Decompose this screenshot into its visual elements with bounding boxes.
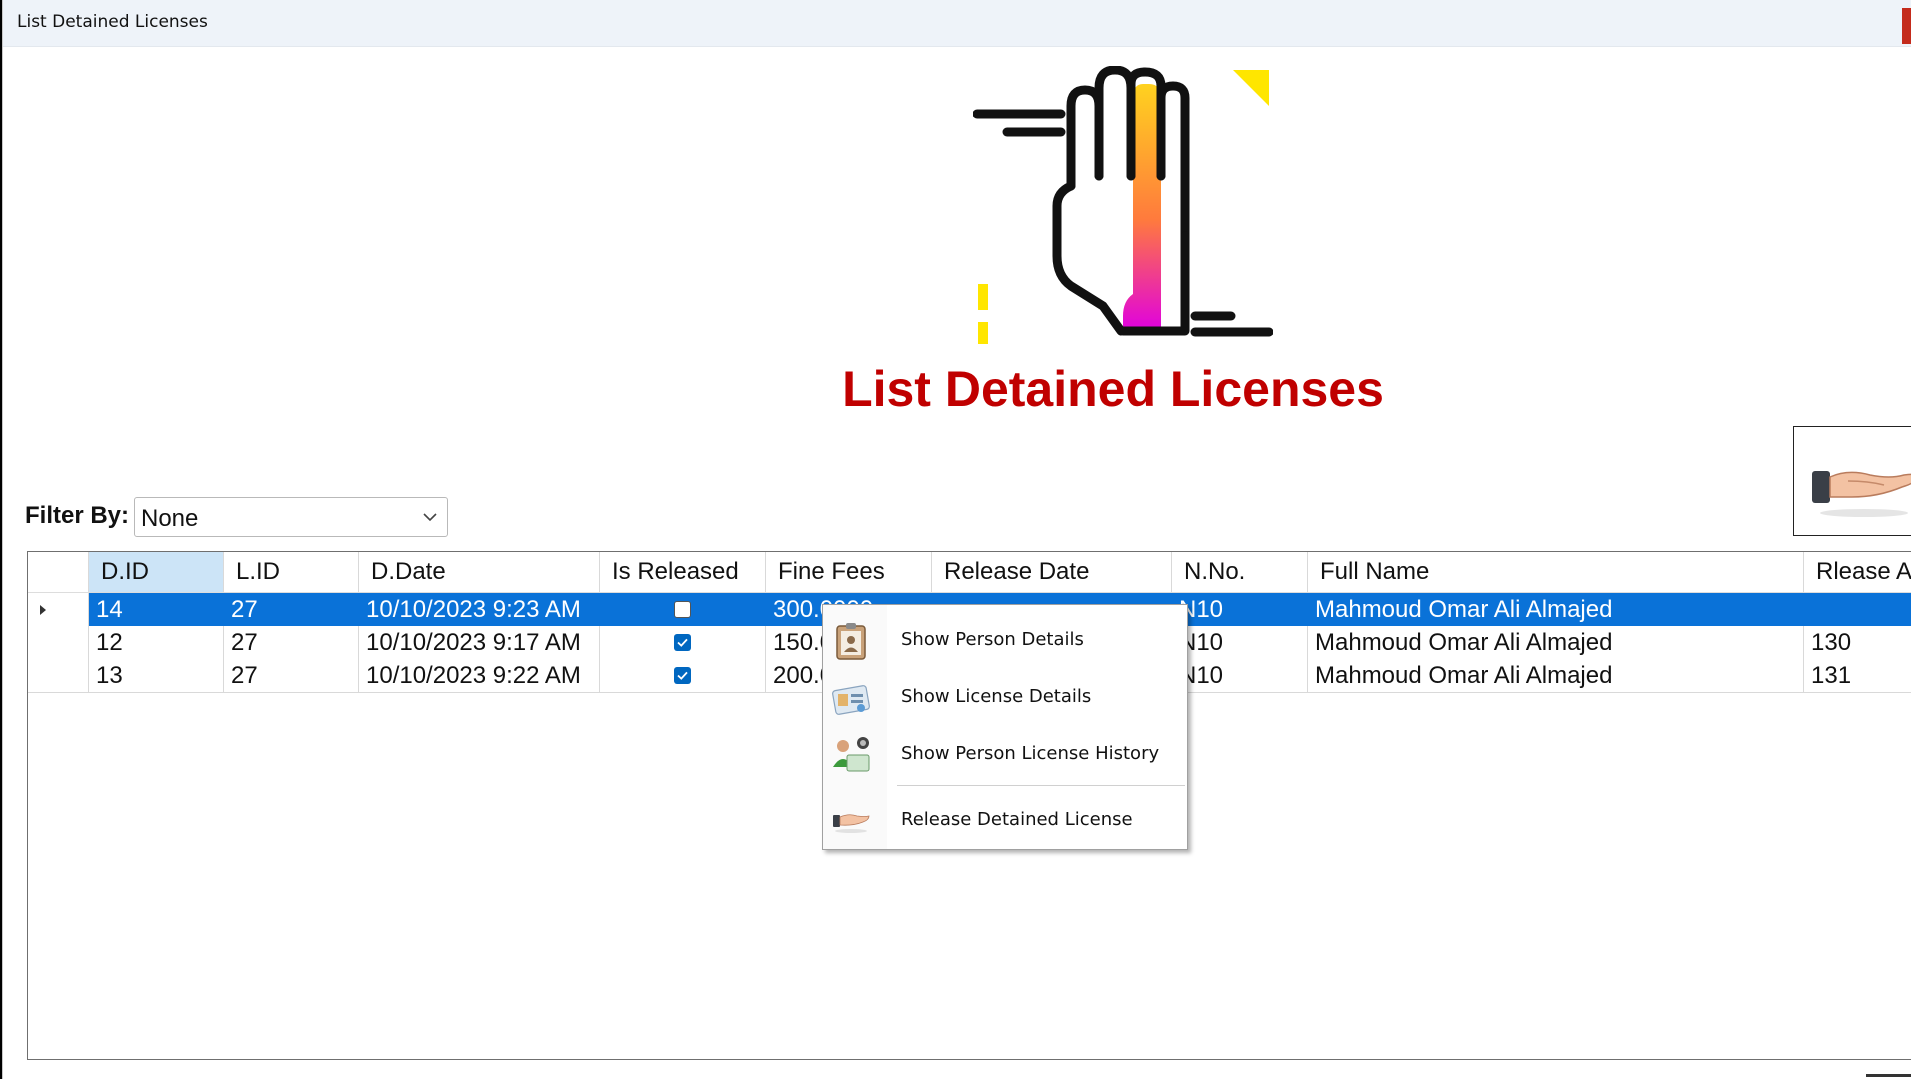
row-header-corner	[28, 552, 89, 592]
cell-full-name[interactable]: Mahmoud Omar Ali Almajed	[1308, 659, 1804, 692]
person-card-icon	[836, 623, 866, 660]
filter-selected-value: None	[141, 505, 199, 532]
release-hand-icon	[833, 814, 870, 833]
cell-nno[interactable]: N10	[1172, 659, 1308, 692]
cell-is-released[interactable]	[600, 659, 766, 692]
resize-grip[interactable]	[1866, 1074, 1911, 1077]
stop-hand-icon	[973, 66, 1273, 344]
check-icon	[677, 638, 688, 647]
current-row-arrow-icon	[40, 605, 46, 615]
cell-release-app[interactable]: 131	[1804, 659, 1911, 692]
column-header-lid[interactable]: L.ID	[224, 552, 359, 592]
column-header-ddate[interactable]: D.Date	[359, 552, 600, 592]
cell-is-released[interactable]	[600, 593, 766, 626]
cell-full-name[interactable]: Mahmoud Omar Ali Almajed	[1308, 626, 1804, 659]
cell-nno[interactable]: N10	[1172, 593, 1308, 626]
release-hand-icon	[1812, 471, 1911, 517]
cell-ddate[interactable]: 10/10/2023 9:23 AM	[359, 593, 600, 626]
cell-release-app[interactable]: 130	[1804, 626, 1911, 659]
cell-full-name[interactable]: Mahmoud Omar Ali Almajed	[1308, 593, 1804, 626]
row-header[interactable]	[28, 626, 89, 659]
main-window: List Detained Licenses List Detained Lic…	[2, 0, 1911, 1079]
released-checkbox[interactable]	[674, 601, 691, 618]
menu-item-show-license-details[interactable]: Show License Details	[823, 670, 1187, 722]
table-header: D.ID L.ID D.Date Is Released Fine Fees R…	[28, 552, 1911, 593]
window-title: List Detained Licenses	[17, 12, 208, 32]
column-header-nno[interactable]: N.No.	[1172, 552, 1308, 592]
license-card-icon	[832, 685, 870, 715]
cell-is-released[interactable]	[600, 626, 766, 659]
cell-ddate[interactable]: 10/10/2023 9:17 AM	[359, 626, 600, 659]
row-header[interactable]	[28, 593, 89, 626]
release-license-button[interactable]	[1793, 426, 1911, 536]
cell-lid[interactable]: 27	[224, 659, 359, 692]
row-header[interactable]	[28, 659, 89, 692]
menu-item-label: Show Person Details	[901, 629, 1084, 650]
column-header-release-date[interactable]: Release Date	[932, 552, 1172, 592]
cell-nno[interactable]: N10	[1172, 626, 1308, 659]
cell-ddate[interactable]: 10/10/2023 9:22 AM	[359, 659, 600, 692]
column-header-full-name[interactable]: Full Name	[1308, 552, 1804, 592]
close-button[interactable]	[1902, 8, 1911, 44]
menu-item-show-person-license-history[interactable]: Show Person License History	[823, 727, 1187, 779]
cell-release-app[interactable]	[1804, 593, 1911, 626]
filter-dropdown[interactable]: None	[134, 497, 448, 537]
person-history-icon	[833, 737, 870, 772]
cell-did[interactable]: 13	[89, 659, 224, 692]
cell-lid[interactable]: 27	[224, 626, 359, 659]
cell-lid[interactable]: 27	[224, 593, 359, 626]
column-header-is-released[interactable]: Is Released	[600, 552, 766, 592]
cell-did[interactable]: 14	[89, 593, 224, 626]
menu-separator	[897, 785, 1185, 786]
menu-item-label: Show License Details	[901, 686, 1092, 707]
column-header-did[interactable]: D.ID	[89, 552, 224, 592]
page-title: List Detained Licenses	[842, 361, 1384, 417]
title-bar[interactable]: List Detained Licenses	[3, 0, 1911, 47]
menu-item-label: Show Person License History	[901, 743, 1160, 764]
menu-item-show-person-details[interactable]: Show Person Details	[823, 613, 1187, 665]
context-menu: Show Person Details Show License Details…	[822, 604, 1188, 850]
released-checkbox[interactable]	[674, 634, 691, 651]
column-header-fine-fees[interactable]: Fine Fees	[766, 552, 932, 592]
menu-item-label: Release Detained License	[901, 809, 1133, 830]
menu-item-release-detained-license[interactable]: Release Detained License	[823, 793, 1187, 845]
released-checkbox[interactable]	[674, 667, 691, 684]
filter-label: Filter By:	[25, 502, 130, 529]
chevron-down-icon	[423, 513, 437, 522]
check-icon	[677, 671, 688, 680]
column-header-release-app[interactable]: Rlease Ap	[1804, 552, 1911, 592]
cell-did[interactable]: 12	[89, 626, 224, 659]
